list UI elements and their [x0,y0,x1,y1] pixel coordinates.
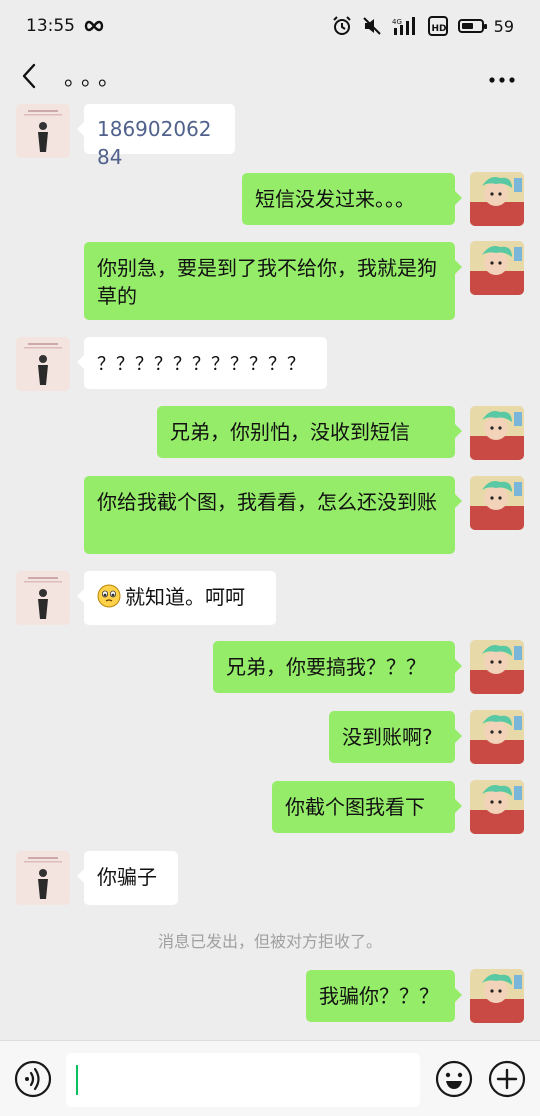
my-avatar[interactable] [470,406,524,460]
contact-avatar[interactable] [16,571,70,625]
contact-avatar[interactable] [16,851,70,905]
message-text: ？？？？？？？？？？？ [97,354,306,375]
chevron-left-icon [22,63,36,89]
message-bubble-incoming[interactable]: 你骗子 [77,851,178,905]
status-bar: 13:55 4G HD 59 [0,0,540,52]
emoji-smile-icon [435,1060,473,1098]
voice-icon [14,1060,52,1098]
mute-icon [362,16,382,36]
message-bubble-incoming[interactable]: ？？？？？？？？？？？ [77,337,327,389]
more-dots-icon [489,77,515,83]
battery-percent: 59 [493,16,514,36]
text-caret [76,1065,78,1095]
message-text: 兄弟，你别怕，没收到短信 [170,420,410,444]
contact-avatar[interactable] [16,104,70,158]
hd-icon: HD [427,16,448,36]
contact-avatar[interactable] [16,337,70,391]
message-text: 兄弟，你要搞我？？？ [226,655,426,679]
message-bubble-outgoing[interactable]: 短信没发过来。。。 [242,173,462,225]
my-avatar[interactable] [470,969,524,1023]
message-text: 就知道。呵呵 [125,585,245,609]
chat-header: 。。。 [0,52,540,100]
pleading-face-icon [97,584,121,608]
my-avatar[interactable] [470,241,524,295]
message-bubble-outgoing[interactable]: 兄弟，你别怕，没收到短信 [157,406,462,458]
message-text: 你别急，要是到了我不给你，我就是狗草的 [97,256,437,308]
message-text: 短信没发过来。。。 [255,187,415,211]
message-bubble-incoming[interactable]: 就知道。呵呵 [77,571,276,625]
infinity-icon [83,19,105,33]
message-text: 你骗子 [97,865,157,889]
chat-title: 。。。 [64,66,127,91]
svg-text:4G: 4G [392,18,402,26]
phone-number-link[interactable]: 18690206284 [97,117,212,169]
message-bubble-outgoing[interactable]: 兄弟，你要搞我？？？ [213,641,462,693]
message-bubble-outgoing[interactable]: 你截个图我看下 [272,781,462,833]
message-bubble-incoming[interactable]: 18690206284 [77,104,235,169]
input-bar [0,1040,540,1116]
voice-button[interactable] [14,1060,52,1098]
emoji-button[interactable] [435,1060,473,1098]
message-bubble-outgoing[interactable]: 我骗你？？？ [306,970,462,1022]
status-time: 13:55 [26,16,75,36]
back-button[interactable] [14,56,44,96]
my-avatar[interactable] [470,172,524,226]
message-text: 没到账啊? [342,725,433,749]
message-input[interactable] [66,1053,420,1107]
plus-circle-icon [488,1060,526,1098]
alarm-icon [332,16,352,36]
my-avatar[interactable] [470,640,524,694]
message-text: 我骗你？？？ [319,984,439,1008]
message-text: 你截个图我看下 [285,795,425,819]
message-text: 你给我截个图，我看看，怎么还没到账 [97,490,437,514]
battery-icon [457,19,487,33]
more-button[interactable] [488,64,516,88]
my-avatar[interactable] [470,780,524,834]
svg-text:HD: HD [431,24,446,34]
my-avatar[interactable] [470,476,524,530]
signal-icon: 4G [392,16,418,36]
rejected-notice: 消息已发出，但被对方拒收了。 [157,932,382,951]
message-bubble-outgoing[interactable]: 你别急，要是到了我不给你，我就是狗草的 [84,242,462,320]
message-bubble-outgoing[interactable]: 你给我截个图，我看看，怎么还没到账 [84,476,462,554]
message-bubble-outgoing[interactable]: 没到账啊? [329,711,462,763]
my-avatar[interactable] [470,710,524,764]
more-functions-button[interactable] [488,1060,526,1098]
